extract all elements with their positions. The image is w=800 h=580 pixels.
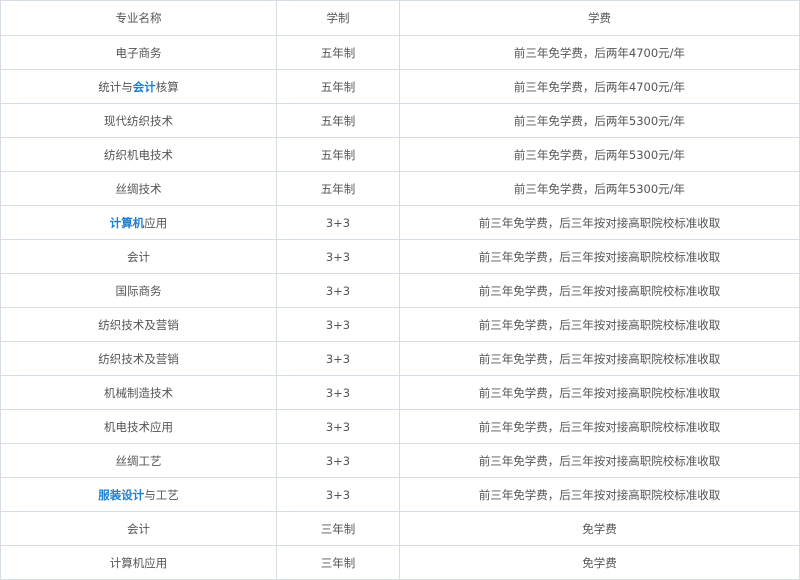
cell-duration: 三年制 [276,545,400,580]
major-name-text: 现代纺织技术 [104,113,173,128]
cell-major-name: 纺织机电技术 [0,137,277,172]
cell-major-name: 机电技术应用 [0,409,277,444]
major-name-text: 与工艺 [144,487,179,502]
table-row: 丝绸工艺 3+3 前三年免学费，后三年按对接高职院校标准收取 [0,443,800,478]
cell-major-name: 纺织技术及营销 [0,341,277,376]
major-name-text: 会计 [127,521,150,536]
major-name-text: 核算 [155,79,179,94]
major-name-text: 纺织技术及营销 [98,317,179,332]
keyword-link[interactable]: 服装设计 [98,488,144,502]
table-row: 机械制造技术 3+3 前三年免学费，后三年按对接高职院校标准收取 [0,375,800,410]
major-name-text: 计算机应用 [109,555,168,570]
table-row: 会计 三年制 免学费 [0,511,800,546]
cell-duration: 五年制 [276,171,400,206]
cell-major-name: 会计 [0,511,277,546]
cell-duration: 三年制 [276,511,400,546]
cell-tuition: 前三年免学费，后三年按对接高职院校标准收取 [399,375,800,410]
major-name-text: 应用 [144,215,168,230]
table-row: 服装设计与工艺 3+3 前三年免学费，后三年按对接高职院校标准收取 [0,477,800,512]
table-row: 丝绸技术 五年制 前三年免学费，后两年5300元/年 [0,171,800,206]
table-row: 现代纺织技术 五年制 前三年免学费，后两年5300元/年 [0,103,800,138]
cell-major-name: 国际商务 [0,273,277,308]
table-header-row: 专业名称 学制 学费 [0,0,800,36]
table-row: 纺织技术及营销 3+3 前三年免学费，后三年按对接高职院校标准收取 [0,341,800,376]
page: 专业名称 学制 学费 电子商务 五年制 前三年免学费，后两年4700元/年 统计与会计… [0,0,800,580]
table-row: 纺织技术及营销 3+3 前三年免学费，后三年按对接高职院校标准收取 [0,307,800,342]
cell-tuition: 免学费 [399,545,800,580]
cell-major-name: 丝绸工艺 [0,443,277,478]
table-body: 电子商务 五年制 前三年免学费，后两年4700元/年 统计与会计核算 五年制 前三年免学费… [0,35,800,580]
table-row: 统计与会计核算 五年制 前三年免学费，后两年4700元/年 [0,69,800,104]
cell-duration: 3+3 [276,239,400,274]
cell-major-name: 计算机应用 [0,545,277,580]
cell-tuition: 前三年免学费，后三年按对接高职院校标准收取 [399,307,800,342]
major-name-text: 机械制造技术 [104,385,173,400]
header-tuition: 学费 [399,0,800,36]
cell-major-name: 计算机应用 [0,205,277,240]
cell-major-name: 现代纺织技术 [0,103,277,138]
cell-tuition: 前三年免学费，后三年按对接高职院校标准收取 [399,443,800,478]
major-name-text: 国际商务 [115,283,162,298]
cell-tuition: 前三年免学费，后两年5300元/年 [399,103,800,138]
cell-tuition: 免学费 [399,511,800,546]
major-name-text: 纺织机电技术 [104,147,173,162]
cell-duration: 3+3 [276,273,400,308]
header-major-name: 专业名称 [0,0,277,36]
tuition-table: 专业名称 学制 学费 电子商务 五年制 前三年免学费，后两年4700元/年 统计与会计… [0,0,800,580]
major-name-text: 统计与 [98,79,133,94]
header-duration: 学制 [276,0,400,36]
cell-tuition: 前三年免学费，后三年按对接高职院校标准收取 [399,477,800,512]
major-name-text: 会计 [127,249,150,264]
cell-tuition: 前三年免学费，后三年按对接高职院校标准收取 [399,205,800,240]
table-row: 计算机应用 3+3 前三年免学费，后三年按对接高职院校标准收取 [0,205,800,240]
cell-duration: 五年制 [276,137,400,172]
cell-tuition: 前三年免学费，后两年5300元/年 [399,171,800,206]
cell-major-name: 丝绸技术 [0,171,277,206]
cell-major-name: 电子商务 [0,35,277,70]
cell-major-name: 统计与会计核算 [0,69,277,104]
cell-tuition: 前三年免学费，后两年4700元/年 [399,35,800,70]
cell-duration: 3+3 [276,205,400,240]
keyword-link[interactable]: 会计 [133,80,156,94]
cell-duration: 3+3 [276,409,400,444]
cell-major-name: 会计 [0,239,277,274]
cell-duration: 3+3 [276,341,400,376]
cell-duration: 五年制 [276,69,400,104]
major-name-text: 丝绸技术 [115,181,162,196]
cell-major-name: 机械制造技术 [0,375,277,410]
cell-duration: 五年制 [276,35,400,70]
cell-major-name: 服装设计与工艺 [0,477,277,512]
cell-duration: 3+3 [276,477,400,512]
cell-tuition: 前三年免学费，后两年5300元/年 [399,137,800,172]
cell-tuition: 前三年免学费，后两年4700元/年 [399,69,800,104]
major-name-text: 丝绸工艺 [115,453,162,468]
table-row: 国际商务 3+3 前三年免学费，后三年按对接高职院校标准收取 [0,273,800,308]
table-row: 计算机应用 三年制 免学费 [0,545,800,580]
cell-major-name: 纺织技术及营销 [0,307,277,342]
cell-duration: 3+3 [276,307,400,342]
cell-duration: 3+3 [276,375,400,410]
major-name-text: 电子商务 [115,45,162,60]
table-row: 纺织机电技术 五年制 前三年免学费，后两年5300元/年 [0,137,800,172]
cell-tuition: 前三年免学费，后三年按对接高职院校标准收取 [399,409,800,444]
keyword-link[interactable]: 计算机 [110,216,145,230]
cell-duration: 3+3 [276,443,400,478]
cell-tuition: 前三年免学费，后三年按对接高职院校标准收取 [399,239,800,274]
cell-duration: 五年制 [276,103,400,138]
major-name-text: 纺织技术及营销 [98,351,179,366]
table-row: 电子商务 五年制 前三年免学费，后两年4700元/年 [0,35,800,70]
cell-tuition: 前三年免学费，后三年按对接高职院校标准收取 [399,341,800,376]
table-row: 会计 3+3 前三年免学费，后三年按对接高职院校标准收取 [0,239,800,274]
major-name-text: 机电技术应用 [104,419,173,434]
cell-tuition: 前三年免学费，后三年按对接高职院校标准收取 [399,273,800,308]
table-row: 机电技术应用 3+3 前三年免学费，后三年按对接高职院校标准收取 [0,409,800,444]
